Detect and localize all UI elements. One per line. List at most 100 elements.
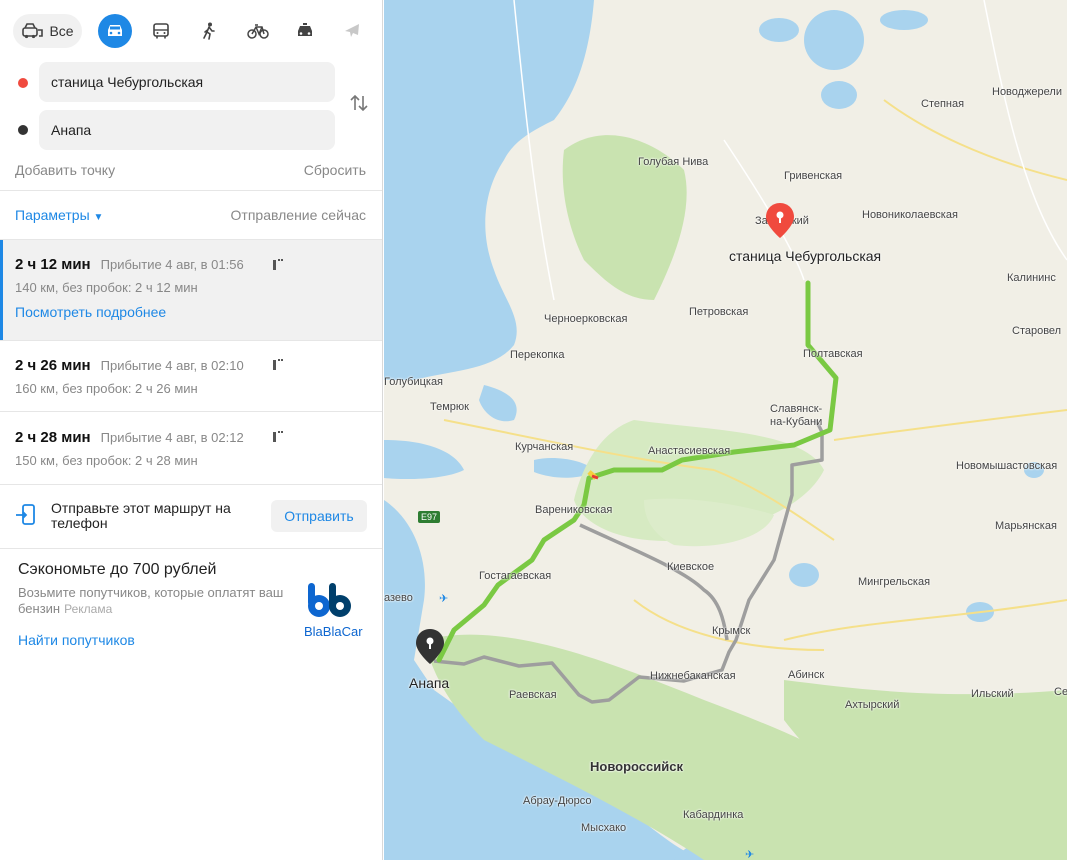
- mode-bike-button[interactable]: [241, 14, 275, 48]
- params-label: Параметры: [15, 207, 90, 223]
- promo-text: Возьмите попутчиков, которые оплатят ваш…: [18, 585, 288, 617]
- send-to-phone-text: Отправьте этот маршрут на телефон: [51, 500, 231, 531]
- divider: [0, 190, 382, 191]
- map-label-stepnaya: Степная: [921, 98, 965, 110]
- map-label-myskhako: Мысхако: [581, 822, 627, 834]
- ad-label: Реклама: [64, 602, 113, 616]
- map-label-grivenskaya: Гривенская: [784, 170, 843, 182]
- blablacar-mark-icon: [308, 583, 351, 617]
- walk-icon: [203, 22, 215, 40]
- mode-walk-button[interactable]: [192, 14, 226, 48]
- reset-link[interactable]: Сбросить: [304, 162, 366, 178]
- bus-icon: [153, 23, 169, 39]
- airport-icon: ✈: [439, 593, 449, 605]
- map-label-kalininskaya: Калининс: [1007, 272, 1056, 284]
- destination-pin-icon[interactable]: [765, 202, 795, 242]
- map-label-poltavskaya: Полтавская: [803, 348, 863, 360]
- route-arrival: Прибытие 4 авг, в 02:10: [100, 358, 244, 373]
- mode-all-button[interactable]: Все: [13, 14, 82, 48]
- map-label-starovel: Старовел: [1012, 325, 1062, 337]
- airport-icon: ✈: [745, 849, 755, 860]
- departure-time-selector[interactable]: Отправление сейчас: [231, 207, 366, 223]
- map-label-petrovskaya: Петровская: [689, 306, 749, 318]
- route-duration: 2 ч 26 мин: [15, 357, 91, 374]
- map-label-mingrelskaya: Мингрельская: [858, 576, 931, 588]
- add-point-link[interactable]: Добавить точку: [15, 162, 115, 178]
- map-label-akhtyrskiy: Ахтырский: [845, 699, 900, 711]
- send-button[interactable]: Отправить: [271, 500, 367, 532]
- params-dropdown[interactable]: Параметры ▼: [15, 207, 103, 223]
- map-label-gostagaevskaya: Гостагаевская: [479, 570, 552, 582]
- map-label-novomyshastovskaya: Новомышастовская: [956, 460, 1058, 472]
- phone-send-icon: [16, 504, 35, 525]
- map-label-raevskaya: Раевская: [509, 689, 557, 701]
- from-dot-icon: [18, 78, 28, 88]
- bike-icon: [247, 24, 269, 39]
- car-icon: [108, 25, 122, 36]
- taxi-icon: [298, 23, 312, 36]
- blablacar-logo-text: BlaBlaCar: [304, 624, 363, 639]
- chevron-down-icon: ▼: [93, 212, 104, 223]
- map-label-se: Се: [1054, 686, 1067, 698]
- start-pin-icon[interactable]: [415, 628, 445, 668]
- mode-plane-button[interactable]: [335, 14, 369, 48]
- map-label-chernoerkovskaya: Черноерковская: [544, 313, 628, 325]
- route-option-2[interactable]: 2 ч 26 мин Прибытие 4 авг, в 02:10 160 к…: [0, 340, 382, 411]
- map-label-dzhemete: азево: [384, 592, 413, 604]
- find-companions-link[interactable]: Найти попутчиков: [18, 632, 135, 648]
- route-panel: Все станица Чебургольская Анапа Добавить…: [0, 0, 383, 860]
- route-arrival: Прибытие 4 авг, в 01:56: [100, 257, 244, 272]
- map-label-novodzherel: Новоджерели: [992, 86, 1062, 98]
- plane-icon: [345, 24, 359, 37]
- map-label-novorossiysk: Новороссийск: [590, 759, 683, 774]
- mode-taxi-button[interactable]: [288, 14, 322, 48]
- route-details-link[interactable]: Посмотреть подробнее: [15, 304, 382, 320]
- swap-points-icon[interactable]: [348, 92, 370, 114]
- road-number-badge: E97: [418, 511, 441, 523]
- map-label-kievskoe: Киевское: [667, 561, 715, 573]
- divider: [0, 548, 382, 549]
- to-point-field[interactable]: Анапа: [39, 110, 335, 150]
- map-label-temryuk: Темрюк: [430, 401, 469, 413]
- route-details: 150 км, без пробок: 2 ч 28 мин: [15, 453, 198, 468]
- map-label-abinsk: Абинск: [788, 669, 825, 681]
- destination-map-label: станица Чебургольская: [729, 248, 882, 264]
- route-details: 140 км, без пробок: 2 ч 12 мин: [15, 280, 198, 295]
- map-label-novonikolaevskaya: Новониколаевская: [862, 209, 958, 221]
- traffic-light-icon: [273, 259, 283, 270]
- traffic-light-icon: [273, 431, 283, 442]
- map-label-maryanskaya: Марьянская: [995, 520, 1057, 532]
- map-label-nizhnebakanskaya: Нижнебаканская: [650, 670, 736, 682]
- options-row: Параметры ▼ Отправление сейчас: [15, 207, 366, 223]
- blablacar-logo[interactable]: BlaBlaCar: [304, 580, 363, 639]
- route-duration: 2 ч 28 мин: [15, 429, 91, 446]
- map-label-slavyansk: Славянск-на-Кубани: [770, 403, 823, 428]
- to-dot-icon: [18, 125, 28, 135]
- mode-bus-button[interactable]: [144, 14, 178, 48]
- map-canvas[interactable]: [384, 0, 1067, 860]
- start-map-label: Анапа: [409, 675, 450, 691]
- route-duration: 2 ч 12 мин: [15, 256, 91, 273]
- mode-all-label: Все: [49, 23, 74, 39]
- promo-title: Сэкономьте до 700 рублей: [18, 561, 217, 578]
- map-label-perekopka: Перекопка: [510, 349, 565, 361]
- mode-car-button[interactable]: [98, 14, 132, 48]
- map-view[interactable]: Степная Новоджерели Голубая Нива Гривенс…: [384, 0, 1067, 860]
- from-point-field[interactable]: станица Чебургольская: [39, 62, 335, 102]
- map-label-golubaya-niva: Голубая Нива: [638, 156, 709, 168]
- traffic-light-icon: [273, 359, 283, 370]
- transport-modes: Все: [13, 14, 369, 50]
- route-option-3[interactable]: 2 ч 28 мин Прибытие 4 авг, в 02:12 150 к…: [0, 411, 382, 484]
- map-label-golubitskaya: Голубицкая: [384, 376, 444, 388]
- add-reset-row: Добавить точку Сбросить: [15, 162, 366, 178]
- map-label-kabardinka: Кабардинка: [683, 809, 744, 821]
- route-details: 160 км, без пробок: 2 ч 26 мин: [15, 381, 198, 396]
- route-arrival: Прибытие 4 авг, в 02:12: [100, 430, 244, 445]
- route-option-1[interactable]: 2 ч 12 мин Прибытие 4 авг, в 01:56 140 к…: [0, 240, 382, 340]
- promo-description: Возьмите попутчиков, которые оплатят ваш…: [18, 585, 284, 616]
- map-label-krymsk: Крымск: [712, 625, 751, 637]
- map-label-abrau: Абрау-Дюрсо: [523, 795, 592, 807]
- map-label-varenikovskaya: Варениковская: [535, 504, 613, 516]
- map-label-ilskiy: Ильский: [971, 688, 1014, 700]
- cars-icon: [22, 23, 44, 39]
